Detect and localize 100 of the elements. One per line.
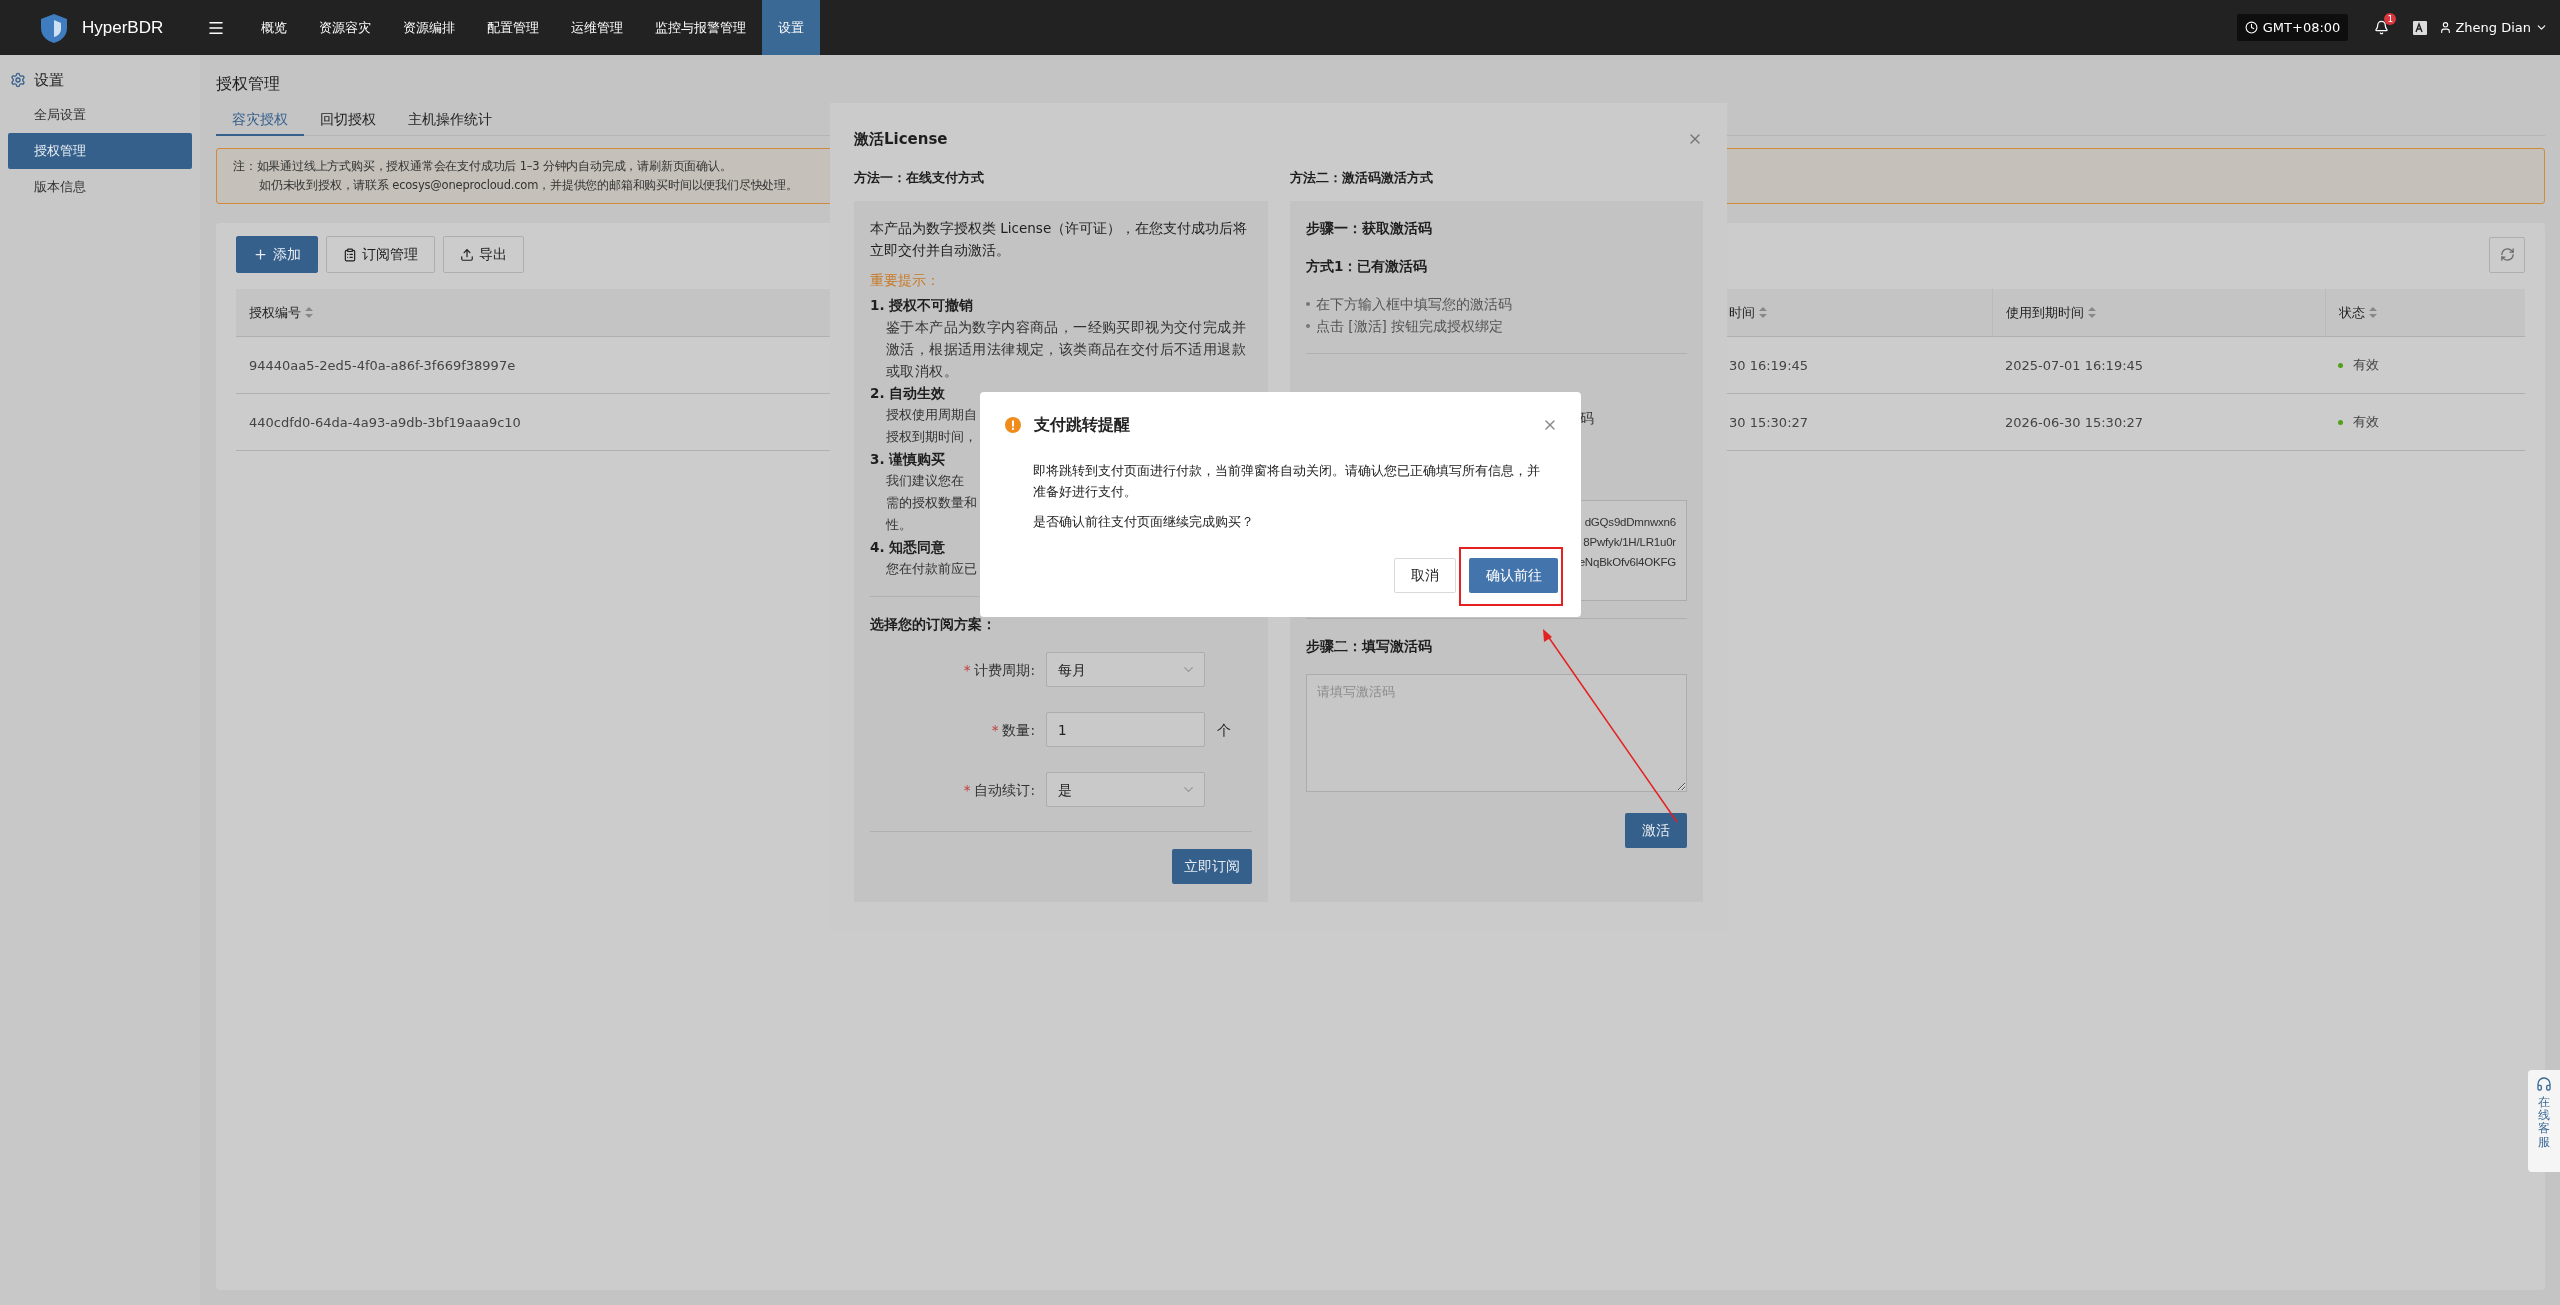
bullet-text: 点击 [激活] 按钮完成授权绑定 xyxy=(1316,317,1504,336)
term-title: 3. 谨慎购买 xyxy=(870,450,947,469)
field-label: 自动续订: xyxy=(974,780,1035,800)
tab[interactable]: 容灾授权 xyxy=(216,104,304,136)
code-text: dGQs9dDmnwxn6 xyxy=(1584,515,1676,530)
subscribe-button[interactable]: 立即订阅 xyxy=(1172,849,1252,884)
step-title: 步骤二：填写激活码 xyxy=(1306,637,1433,656)
add-button[interactable]: 添加 xyxy=(236,236,318,273)
table-cell: 2026-06-30 15:30:27 xyxy=(2005,414,2144,430)
column-label: 时间 xyxy=(1729,303,1755,322)
term-text: 我们建议您在 xyxy=(886,472,964,490)
nav-item[interactable]: 资源容灾 xyxy=(303,0,388,55)
gear-icon xyxy=(10,72,26,88)
field-label: 计费周期: xyxy=(974,660,1035,680)
code-text: 8Pwfyk/1H/LR1u0r xyxy=(1583,535,1676,550)
input-field[interactable]: 1 xyxy=(1046,712,1205,747)
toolbar-button[interactable]: 导出 xyxy=(443,236,524,273)
term-title: 1. 授权不可撤销 xyxy=(870,296,975,315)
unit-label: 个 xyxy=(1217,720,1231,740)
option-title: 方式1：已有激活码 xyxy=(1306,257,1429,276)
term-text: 性。 xyxy=(886,516,912,534)
dialog-text: 即将跳转到支付页面进行付款，当前弹窗将自动关闭。请确认您已正确填写所有信息，并准备好进行支付。 xyxy=(1033,462,1541,501)
section-heading: 方法二：激活码激活方式 xyxy=(1290,169,1434,187)
table-cell: 440cdfd0-64da-4a93-a9db-3bf19aaa9c10 xyxy=(249,414,521,430)
nav-item[interactable]: 运维管理 xyxy=(555,0,640,55)
select-field[interactable]: 每月 xyxy=(1046,652,1205,687)
timezone-button[interactable]: GMT+08:00 xyxy=(2236,14,2349,41)
nav-item[interactable]: 资源编排 xyxy=(387,0,472,55)
instruction-text: 码 xyxy=(1580,410,1594,426)
user-icon xyxy=(2439,21,2453,34)
sidebar-title: 设置 xyxy=(34,70,64,90)
modal-title: 激活License xyxy=(854,129,948,149)
tab[interactable]: 主机操作统计 xyxy=(392,104,508,136)
bullet-text: 在下方输入框中填写您的激活码 xyxy=(1316,295,1512,314)
notice-text: 注：如果通过线上方式购买，授权通常会在支付成功后 1–3 分钟内自动完成，请刷新页面确认。 xyxy=(233,159,732,174)
table-cell: 30 16:19:45 xyxy=(1729,357,1809,373)
required-mark: * xyxy=(963,780,971,800)
status-dot xyxy=(2338,419,2343,425)
step-title: 步骤一：获取激活码 xyxy=(1306,219,1433,238)
required-mark: * xyxy=(963,660,971,680)
nav-item[interactable]: 监控与报警管理 xyxy=(639,0,763,55)
notification-badge: 1 xyxy=(2384,13,2397,25)
nav-item[interactable]: 设置 xyxy=(762,0,821,55)
sort-icon[interactable] xyxy=(1759,307,1767,318)
sort-icon[interactable] xyxy=(305,307,313,318)
table-cell: 30 15:30:27 xyxy=(1729,414,1809,430)
refresh-icon xyxy=(2499,247,2515,262)
upload-icon xyxy=(460,247,474,262)
notice-title: 重要提示： xyxy=(870,271,941,290)
term-title: 4. 知悉同意 xyxy=(870,538,947,557)
translate-icon[interactable] xyxy=(2413,20,2428,35)
bullet-dot xyxy=(1306,324,1310,328)
user-name[interactable]: Zheng Dian xyxy=(2455,20,2531,35)
toolbar-button[interactable]: 订阅管理 xyxy=(326,236,435,273)
term-text: 授权到期时间， xyxy=(886,428,977,446)
brand-name: HyperBDR xyxy=(82,17,164,38)
table-cell: 94440aa5-2ed5-4f0a-a86f-3f669f38997e xyxy=(249,357,516,373)
column-label: 状态 xyxy=(2339,303,2365,322)
page-title: 授权管理 xyxy=(216,73,281,95)
logo-icon xyxy=(38,11,70,44)
sort-icon[interactable] xyxy=(2369,307,2377,318)
cancel-button[interactable]: 取消 xyxy=(1394,558,1456,593)
confirm-button[interactable]: 确认前往 xyxy=(1469,558,1558,593)
activation-code-field[interactable]: 请填写激活码 xyxy=(1306,674,1687,792)
clock-icon xyxy=(2244,21,2258,34)
sidebar-item[interactable]: 授权管理 xyxy=(8,133,192,169)
notice-text: 如仍未收到授权，请联系 ecosys@oneprocloud.com，并提供您的邮箱和购买时间以便我们尽快处理。 xyxy=(258,178,798,193)
dialog-text: 是否确认前往支付页面继续完成购买？ xyxy=(1033,513,1255,531)
plus-icon xyxy=(253,247,268,262)
refresh-button[interactable] xyxy=(2489,236,2525,273)
term-text: 鉴于本产品为数字内容商品，一经购买即视为交付完成并激活，根据适用法律规定，该类商品在交付后不适用退款或取消权。 xyxy=(885,318,1247,381)
support-label: 在线客服 xyxy=(2538,1096,2550,1149)
plan-title: 选择您的订阅方案： xyxy=(870,615,997,634)
clipboard-icon xyxy=(343,247,357,262)
headset-icon xyxy=(2536,1076,2552,1092)
column-label: 授权编号 xyxy=(249,303,301,322)
status-text: 有效 xyxy=(2353,356,2379,374)
warning-icon xyxy=(1005,417,1021,433)
term-text: 需的授权数量和 xyxy=(886,494,977,512)
support-tab[interactable]: 在线客服 xyxy=(2528,1070,2560,1172)
status-dot xyxy=(2338,362,2343,368)
term-text: 授权使用周期自 xyxy=(886,406,977,424)
bell-icon[interactable] xyxy=(2374,20,2390,35)
sidebar-item[interactable]: 全局设置 xyxy=(8,97,192,133)
required-mark: * xyxy=(991,720,999,740)
sort-icon[interactable] xyxy=(2088,307,2096,318)
table-cell: 2025-07-01 16:19:45 xyxy=(2005,357,2144,373)
tab[interactable]: 回切授权 xyxy=(304,104,392,136)
section-heading: 方法一：在线支付方式 xyxy=(854,169,985,187)
select-field[interactable]: 是 xyxy=(1046,772,1205,807)
term-title: 2. 自动生效 xyxy=(870,384,947,403)
bullet-dot xyxy=(1306,302,1310,306)
intro-text: 本产品为数字授权类 License（许可证），在您支付成功后将立即交付并自动激活。 xyxy=(870,219,1249,260)
status-text: 有效 xyxy=(2353,413,2379,431)
activate-button[interactable]: 激活 xyxy=(1625,813,1687,848)
sidebar-item[interactable]: 版本信息 xyxy=(8,169,192,205)
nav-item[interactable]: 概览 xyxy=(245,0,304,55)
nav-item[interactable]: 配置管理 xyxy=(471,0,556,55)
field-label: 数量: xyxy=(1002,720,1035,740)
column-label: 使用到期时间 xyxy=(2006,303,2084,322)
